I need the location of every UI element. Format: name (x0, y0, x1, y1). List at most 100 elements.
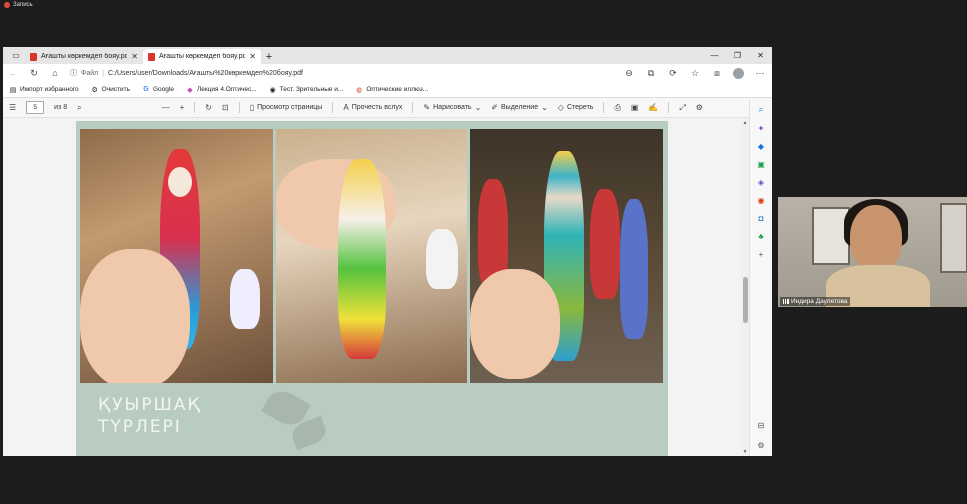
minimize-icon[interactable]: — (703, 47, 726, 64)
scroll-down-icon[interactable]: ▼ (741, 449, 749, 455)
rotate-icon[interactable]: ↻ (205, 103, 212, 112)
eraser-icon: ◇ (557, 103, 564, 112)
pdf-viewport[interactable]: ҚУЫРШАҚ ТҮРЛЕРІ (3, 119, 741, 456)
copilot-icon[interactable]: ✦ (756, 123, 766, 133)
read-aloud-icon: A (343, 103, 349, 112)
tree-icon[interactable]: ♣ (756, 231, 766, 241)
info-icon: ⓘ (70, 70, 77, 77)
view-page-button[interactable]: ▯ Просмотр страницы (250, 103, 323, 112)
folder-icon: ▤ (9, 86, 17, 94)
games-icon[interactable]: ◈ (756, 177, 766, 187)
page-total: из 8 (54, 104, 68, 111)
gear-icon: ⚙ (91, 86, 98, 94)
back-icon[interactable]: ← (7, 68, 19, 78)
favorite-item[interactable]: ◆ Лекция 4.Оптичес... (186, 86, 256, 94)
fullscreen-icon[interactable]: ⤢ (679, 103, 685, 113)
address-bar: ← ↻ ⌂ ⓘ Файл | C:/Users/user/Downloads/А… (3, 64, 772, 82)
pen-icon: ✎ (423, 103, 431, 112)
tools-icon[interactable]: ▣ (756, 159, 766, 169)
page-number-input[interactable]: 5 (26, 101, 45, 114)
restore-icon[interactable]: ❐ (726, 47, 749, 64)
participant-face (850, 205, 902, 271)
shopping-tag-icon[interactable]: ◆ (756, 141, 766, 151)
participant-video[interactable]: Индира Даулетова (778, 197, 967, 307)
highlighter-icon: ✐ (491, 103, 498, 112)
close-icon[interactable]: ✕ (249, 52, 256, 61)
chevron-down-icon: ⌄ (541, 103, 548, 112)
add-icon[interactable]: + (756, 249, 766, 259)
settings-icon[interactable]: ⚙ (756, 440, 766, 450)
url-text: C:/Users/user/Downloads/Ағашты%20көркемд… (108, 69, 303, 77)
zoom-in-icon[interactable]: + (180, 103, 185, 112)
tab-actions-icon[interactable]: ▭ (7, 47, 25, 64)
scroll-up-icon[interactable]: ▲ (741, 120, 749, 126)
tab-pdf-2[interactable]: Ағашты көркемдеп бояу.pdf ✕ (143, 49, 261, 64)
slide-title-line1: ҚУЫРШАҚ (98, 395, 202, 415)
home-icon[interactable]: ⌂ (49, 68, 61, 78)
sidebar-toggle-icon[interactable]: ⊟ (756, 420, 766, 430)
google-icon: G (143, 86, 149, 93)
participant-name: Индира Даулетова (791, 298, 848, 305)
scroll-thumb[interactable] (743, 277, 748, 323)
page-view-icon: ▯ (249, 103, 255, 112)
pdf-icon (30, 52, 37, 61)
tab-label: Ағашты көркемдеп бояу.pdf (159, 53, 246, 60)
participant-name-tag: Индира Даулетова (780, 297, 851, 306)
favorite-item[interactable]: ◉ Тест. Зрительные и... (269, 86, 344, 94)
favorite-item[interactable]: ⚙ Очистить (91, 86, 130, 94)
save-icon[interactable]: ▣ (631, 103, 639, 112)
profile-avatar[interactable] (733, 67, 744, 79)
divider: | (102, 69, 105, 77)
erase-button[interactable]: ◇ Стереть (558, 103, 594, 112)
vertical-scrollbar[interactable]: ▲ ▼ (741, 119, 749, 456)
refresh-icon[interactable]: ↻ (28, 68, 40, 79)
window-controls: — ❐ ✕ (703, 47, 772, 64)
signal-icon (783, 299, 789, 304)
doll-photo-3 (470, 129, 663, 383)
slide-title-line2: ТҮРЛЕРІ (98, 417, 182, 437)
print-icon[interactable]: ⎙ (614, 103, 620, 113)
favorite-item[interactable]: ◍ Оптические иллюз... (355, 86, 428, 94)
fit-page-icon[interactable]: ⊡ (222, 103, 229, 112)
search-icon[interactable]: ⌕ (756, 105, 766, 115)
favorite-item[interactable]: G Google (142, 86, 174, 94)
pdf-page: ҚУЫРШАҚ ТҮРЛЕРІ (76, 121, 668, 456)
zoom-out-icon[interactable]: — (162, 103, 170, 112)
doll-photo-2 (276, 129, 467, 383)
favorites-icon[interactable]: ☆ (689, 68, 701, 79)
contents-icon[interactable]: ☰ (9, 103, 16, 112)
refresh-page-icon[interactable]: ⟳ (667, 68, 679, 79)
tab-label: Ағашты көркемдеп бояу.pdf (41, 53, 128, 60)
favorite-item[interactable]: ▤ Импорт избранного (9, 86, 79, 94)
chevron-down-icon: ⌄ (474, 103, 482, 112)
highlight-button[interactable]: ✐ Выделение ⌄ (491, 103, 548, 112)
tab-pdf-1[interactable]: Ағашты көркемдеп бояу.pdf ✕ (25, 49, 143, 64)
tab-bar: ▭ Ағашты көркемдеп бояу.pdf ✕ Ағашты көр… (3, 47, 772, 64)
bookmark-icon: ◍ (356, 86, 363, 94)
doll-photo-1 (80, 129, 273, 383)
outlook-icon[interactable]: ◘ (756, 213, 766, 223)
new-tab-button[interactable]: + (261, 49, 277, 64)
settings-icon[interactable]: ⚙ (696, 103, 703, 112)
close-icon[interactable]: ✕ (131, 52, 138, 61)
browser-window: ▭ Ағашты көркемдеп бояу.pdf ✕ Ағашты көр… (3, 47, 772, 456)
read-aloud-button[interactable]: A Прочесть вслух (343, 103, 402, 112)
edge-sidebar: ⌕ ✦ ◆ ▣ ◈ ◉ ◘ ♣ + ⊟ ⚙ (749, 99, 772, 456)
file-label: Файл (81, 69, 99, 77)
search-icon[interactable]: ⌕ (77, 103, 81, 113)
office-icon[interactable]: ◉ (756, 195, 766, 205)
more-icon[interactable]: ⋯ (754, 68, 766, 79)
recording-indicator: Запись (0, 0, 967, 10)
record-icon (4, 2, 10, 8)
save-as-icon[interactable]: ✍ (648, 103, 658, 112)
favorites-bar: ▤ Импорт избранного ⚙ Очистить G Google ◆ Ле… (3, 82, 772, 98)
extension-icon[interactable]: ⧉ (645, 68, 657, 79)
zoom-icon[interactable]: ⊖ (623, 68, 635, 79)
url-field[interactable]: ⓘ Файл | C:/Users/user/Downloads/Ағашты%… (70, 66, 614, 80)
wall-picture (940, 203, 967, 273)
bookmark-icon: ◆ (187, 86, 193, 94)
draw-button[interactable]: ✎ Нарисовать ⌄ (423, 103, 481, 112)
globe-icon: ◉ (269, 86, 276, 94)
close-window-icon[interactable]: ✕ (749, 47, 772, 64)
collections-icon[interactable]: ⧈ (711, 68, 723, 79)
